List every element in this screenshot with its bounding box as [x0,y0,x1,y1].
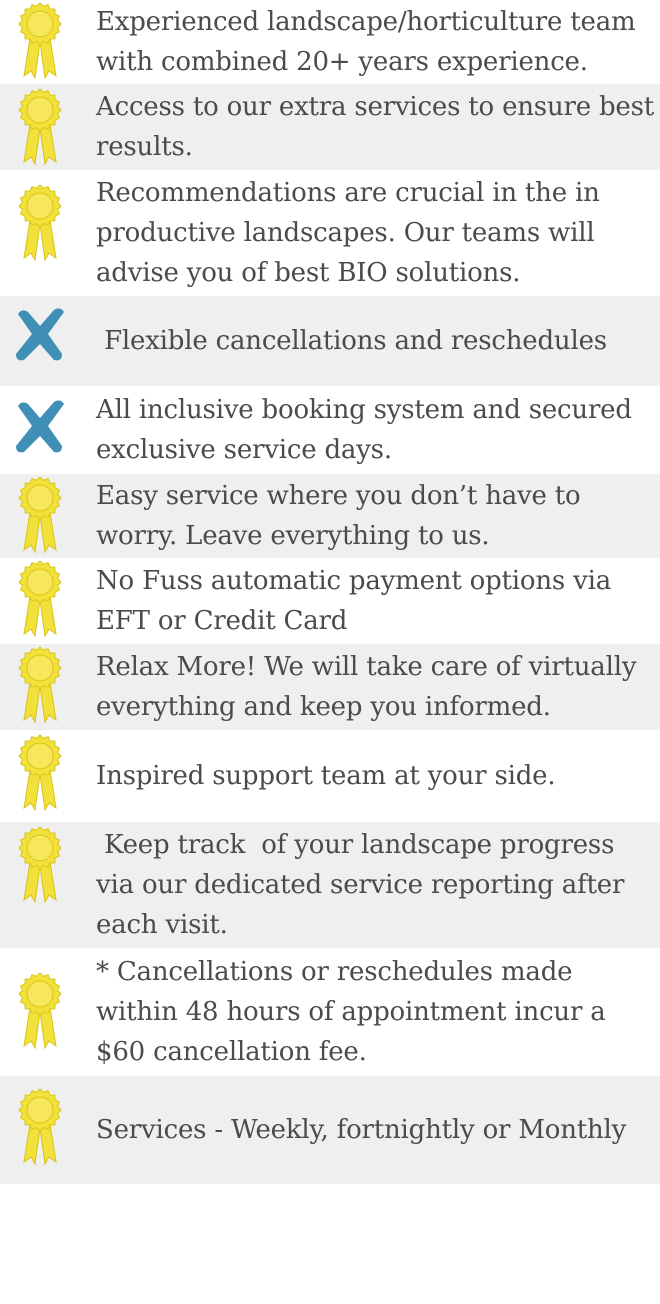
feature-text: * Cancellations or reschedules made with… [96,957,614,1067]
feature-row: Experienced landscape/horticulture team … [0,0,660,84]
rosette-icon [0,646,80,726]
rosette-icon [0,734,80,814]
feature-text: All inclusive booking system and secured… [96,395,640,465]
feature-list: Experienced landscape/horticulture team … [0,0,660,1184]
rosette-icon [0,476,80,556]
cross-icon [0,396,80,456]
feature-row: Keep track of your landscape progress vi… [0,822,660,948]
feature-text: No Fuss automatic payment options via EF… [96,566,620,636]
feature-row: Services - Weekly, fortnightly or Monthl… [0,1076,660,1184]
feature-text: Keep track of your landscape progress vi… [96,830,633,940]
feature-text: Services - Weekly, fortnightly or Monthl… [96,1115,627,1145]
feature-text: Flexible cancellations and reschedules [96,326,607,356]
feature-row: * Cancellations or reschedules made with… [0,948,660,1076]
feature-text: Access to our extra services to ensure b… [96,92,654,162]
rosette-icon [0,88,80,168]
feature-row: No Fuss automatic payment options via EF… [0,558,660,644]
feature-text: Inspired support team at your side. [96,761,556,791]
rosette-icon [0,2,80,82]
feature-row: Inspired support team at your side. [0,730,660,822]
rosette-icon [0,1088,80,1168]
rosette-icon [0,184,80,264]
feature-row: All inclusive booking system and secured… [0,386,660,474]
feature-row: Flexible cancellations and reschedules [0,296,660,386]
cross-icon [0,304,80,364]
feature-row: Easy service where you don’t have to wor… [0,474,660,558]
rosette-icon [0,560,80,640]
feature-row: Recommendations are crucial in the in pr… [0,170,660,296]
feature-text: Relax More! We will take care of virtual… [96,652,645,722]
feature-text: Easy service where you don’t have to wor… [96,481,589,551]
rosette-icon [0,972,80,1052]
feature-row: Access to our extra services to ensure b… [0,84,660,170]
feature-row: Relax More! We will take care of virtual… [0,644,660,730]
feature-text: Experienced landscape/horticulture team … [96,7,644,77]
feature-text: Recommendations are crucial in the in pr… [96,178,608,288]
rosette-icon [0,826,80,906]
